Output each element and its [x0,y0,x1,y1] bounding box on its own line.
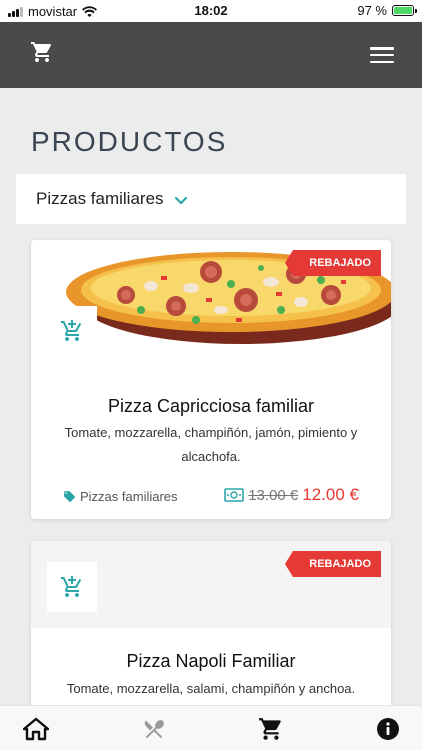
app-header [0,22,422,88]
add-to-cart-button[interactable] [47,306,97,356]
product-category: Pizzas familiares [63,489,178,504]
product-category-label: Pizzas familiares [80,489,178,504]
add-cart-icon [61,320,82,341]
product-name: Pizza Capricciosa familiar [107,396,315,416]
nav-info[interactable] [375,716,401,742]
page-title: PRODUCTOS [31,126,228,157]
cutlery-icon [144,720,164,739]
battery-label: 97 % [357,3,387,18]
info-icon [377,718,399,740]
nav-cart[interactable] [258,716,284,742]
product-image-placeholder: REBAJADO [31,541,391,628]
product-description: Tomate, mozzarella, salami, champiñón y … [66,681,356,696]
money-icon [224,488,245,502]
add-to-cart-button[interactable] [47,562,97,612]
cart-icon [259,718,281,740]
discount-badge: REBAJADO [285,551,381,577]
bottom-nav [0,705,422,750]
tag-icon [64,491,75,502]
cart-icon [31,42,52,62]
battery-icon [392,5,417,16]
category-dropdown-value: Pizzas familiares [36,189,164,208]
product-name: Pizza Napoli Familiar [126,651,296,671]
header-cart-button[interactable] [30,40,54,69]
nav-home[interactable] [23,716,49,742]
product-card[interactable]: REBAJADO Pizza Capricciosa familiar Toma… [31,240,391,519]
hamburger-icon [370,47,394,50]
menu-button[interactable] [370,47,394,63]
product-image: REBAJADO [31,240,391,356]
discount-badge: REBAJADO [285,250,381,276]
old-price: 13.00 € [248,486,299,504]
product-description: Tomate, mozzarella, champiñón, jamón, pi… [64,425,358,464]
add-cart-icon [61,576,82,597]
category-dropdown[interactable]: Pizzas familiares [16,174,406,224]
current-price: 12.00 € [302,485,359,504]
product-footer: Pizzas familiares 13.00 € 12.00 € [31,484,391,508]
home-icon [23,717,49,741]
nav-menu[interactable] [141,716,167,742]
chevron-down-icon [174,196,187,204]
product-card[interactable]: REBAJADO Pizza Napoli Familiar Tomate, m… [31,541,391,731]
status-bar: movistar 18:02 97 % [0,0,422,22]
status-right: 97 % [357,3,417,18]
product-price: 13.00 € 12.00 € [224,485,359,505]
